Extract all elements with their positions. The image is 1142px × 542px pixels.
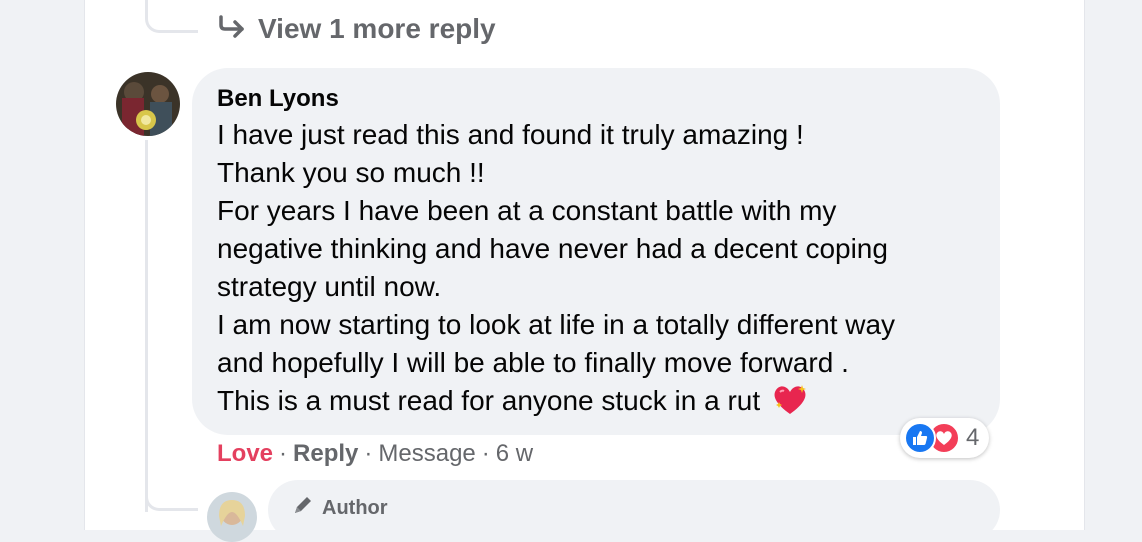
sparkling-heart-icon bbox=[772, 384, 808, 426]
comment-line: strategy until now. bbox=[217, 271, 442, 302]
comment-line: negative thinking and have never had a d… bbox=[217, 233, 888, 264]
comment-bubble: Ben Lyons I have just read this and foun… bbox=[192, 68, 1000, 435]
thread-connector bbox=[145, 0, 198, 33]
comment-line: and hopefully I will be able to finally … bbox=[217, 347, 849, 378]
pencil-icon bbox=[292, 494, 314, 522]
avatar[interactable] bbox=[116, 72, 180, 136]
reply-button[interactable]: Reply bbox=[293, 440, 358, 468]
reaction-count: 4 bbox=[966, 424, 980, 451]
separator-dot: · bbox=[481, 440, 490, 467]
view-more-label: View 1 more reply bbox=[258, 13, 496, 44]
like-icon bbox=[904, 422, 936, 454]
author-badge-label: Author bbox=[322, 496, 388, 519]
author-badge: Author bbox=[292, 494, 388, 522]
thread-connector bbox=[145, 440, 198, 511]
reply-arrow-icon bbox=[218, 14, 246, 44]
comment-line-last: This is a must read for anyone stuck in … bbox=[217, 382, 976, 426]
comment-line: Thank you so much !! bbox=[217, 157, 485, 188]
comment-line: For years I have been at a constant batt… bbox=[217, 195, 837, 226]
reply-avatar[interactable] bbox=[207, 492, 257, 542]
comment-line: I am now starting to look at life in a t… bbox=[217, 309, 896, 340]
separator-dot: · bbox=[279, 440, 288, 467]
comment-author[interactable]: Ben Lyons bbox=[217, 84, 976, 114]
view-more-replies-link[interactable]: View 1 more reply bbox=[218, 10, 496, 48]
comment-actions: Love · Reply · Message · 6 w bbox=[217, 438, 533, 470]
comment-line-text: This is a must read for anyone stuck in … bbox=[217, 385, 761, 416]
separator-dot: · bbox=[364, 440, 373, 467]
reactions-summary[interactable]: 4 bbox=[900, 418, 990, 458]
message-button[interactable]: Message bbox=[378, 440, 475, 468]
comment-timestamp[interactable]: 6 w bbox=[496, 440, 533, 468]
love-button[interactable]: Love bbox=[217, 440, 273, 468]
comment-line: I have just read this and found it truly… bbox=[217, 119, 804, 150]
